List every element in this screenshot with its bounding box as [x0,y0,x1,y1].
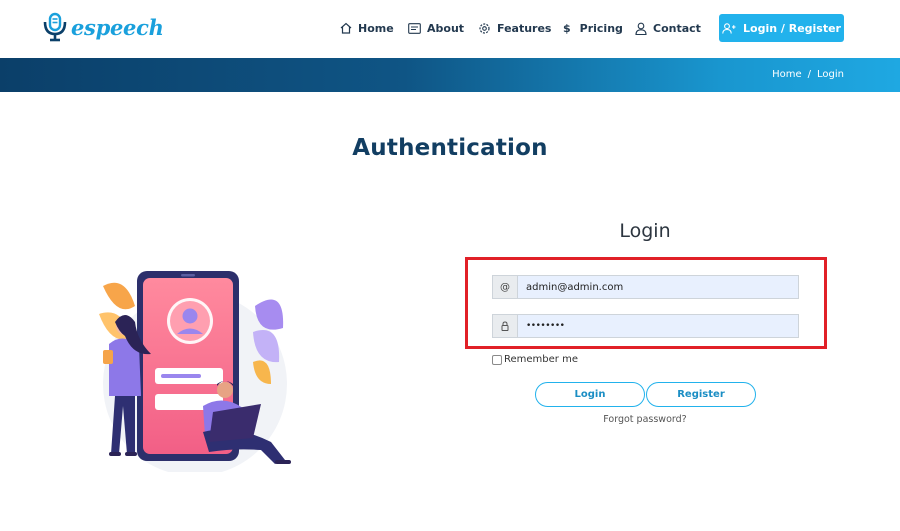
nav-pricing-label: Pricing [579,21,623,35]
email-input[interactable]: admin@admin.com [517,275,799,299]
page-banner: Home / Login [0,58,900,92]
gear-icon [479,22,490,34]
password-field-group: •••••••• [492,314,799,338]
dollar-icon: $ [563,21,571,35]
brand-logo[interactable]: espeech [42,10,164,44]
login-illustration [99,271,291,472]
nav-about-label: About [427,21,465,35]
register-button[interactable]: Register [646,382,756,407]
add-user-icon [722,22,736,34]
top-navbar: espeech Home About Features $ Pricing Co… [0,0,900,58]
document-icon [408,22,421,34]
login-register-label: Login / Register [743,21,841,35]
lock-icon [501,321,509,331]
nav-home-label: Home [358,21,394,35]
remember-me-row: Remember me [492,354,578,365]
breadcrumb: Home / Login [772,69,844,80]
brand-name: espeech [71,14,164,40]
login-form-title: Login [619,220,671,242]
nav-features-label: Features [497,21,552,35]
at-sign-icon: @ [492,275,517,299]
login-register-button[interactable]: Login / Register [719,14,844,42]
microphone-logo-icon [43,12,67,42]
lock-addon [492,314,517,338]
page-title: Authentication [352,135,548,161]
nav-contact-label: Contact [653,21,701,35]
breadcrumb-home-link[interactable]: Home [772,69,802,80]
nav-about[interactable]: About [408,19,464,37]
nav-pricing[interactable]: $ Pricing [563,19,623,37]
password-input[interactable]: •••••••• [517,314,799,338]
login-button[interactable]: Login [535,382,645,407]
forgot-password-link[interactable]: Forgot password? [565,414,725,425]
email-field-group: @ admin@admin.com [492,275,799,299]
breadcrumb-current: Login [817,69,844,80]
remember-me-label[interactable]: Remember me [504,354,578,365]
remember-me-checkbox[interactable] [492,354,502,365]
nav-home[interactable]: Home [340,19,394,37]
breadcrumb-separator: / [807,69,812,80]
nav-features[interactable]: Features [478,19,551,37]
nav-contact[interactable]: Contact [635,19,701,37]
person-icon [635,22,647,35]
home-icon [340,22,352,34]
